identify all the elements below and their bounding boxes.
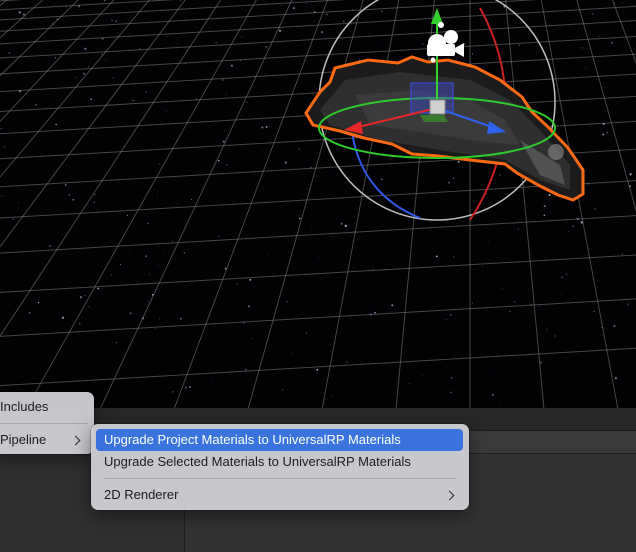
menu-item-label: Includes <box>0 399 49 414</box>
menu-item-pipeline[interactable]: Pipeline <box>0 429 90 451</box>
menu-item-upgrade-selected-materials[interactable]: Upgrade Selected Materials to UniversalR… <box>96 451 463 473</box>
scene-canvas[interactable] <box>0 0 636 408</box>
chevron-right-icon <box>70 435 81 446</box>
camera-icon <box>427 22 464 63</box>
move-gizmo-center-cube <box>429 99 446 115</box>
menu-item-upgrade-project-materials[interactable]: Upgrade Project Materials to UniversalRP… <box>96 429 463 451</box>
parent-context-menu: Includes Pipeline <box>0 392 94 454</box>
menu-item-includes[interactable]: Includes <box>0 396 90 418</box>
pipeline-submenu: Upgrade Project Materials to UniversalRP… <box>91 424 469 510</box>
scene-view[interactable] <box>0 0 636 408</box>
chevron-right-icon <box>444 490 455 501</box>
menu-separator <box>0 423 88 424</box>
menu-item-2d-renderer[interactable]: 2D Renderer <box>96 484 463 506</box>
menu-item-label: 2D Renderer <box>104 487 179 502</box>
menu-item-label: Upgrade Selected Materials to UniversalR… <box>104 454 411 469</box>
starfield-background <box>0 0 636 405</box>
move-gizmo-xz-plane <box>420 115 448 122</box>
menu-item-label: Upgrade Project Materials to UniversalRP… <box>104 432 401 447</box>
scene-grid <box>0 0 636 408</box>
menu-item-label: Pipeline <box>0 432 47 447</box>
menu-separator <box>104 478 456 479</box>
